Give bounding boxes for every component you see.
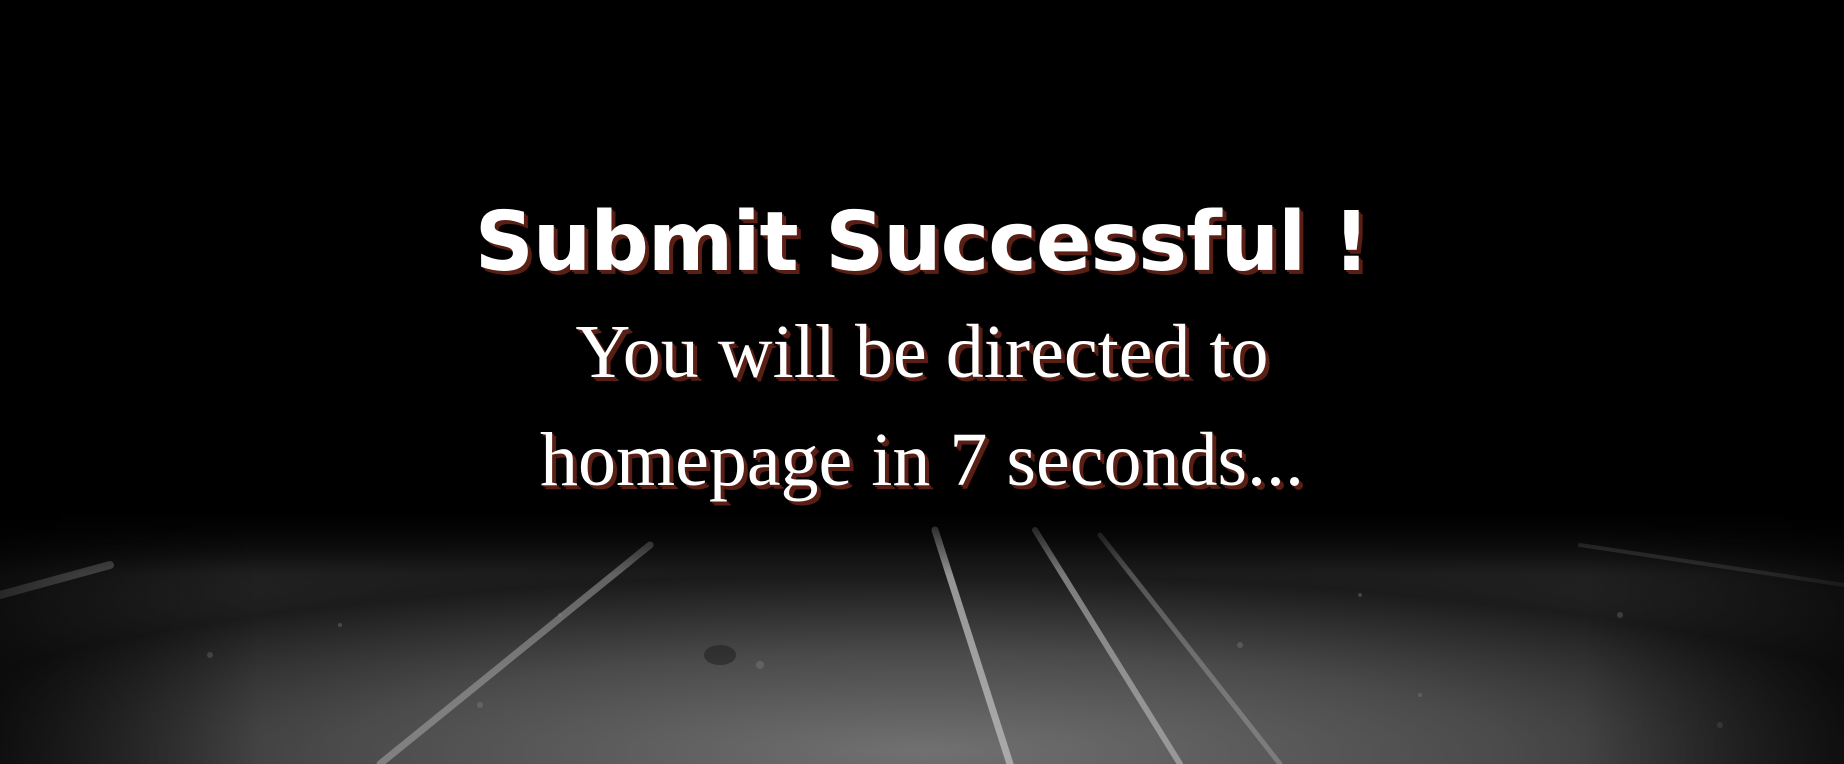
success-message: Submit Successful ! You will be directed… xyxy=(0,188,1844,514)
horizon-fade xyxy=(0,505,1844,575)
right-vignette xyxy=(1584,505,1844,764)
page-title: Submit Successful ! xyxy=(474,195,1370,290)
success-page: Submit Successful ! You will be directed… xyxy=(0,0,1844,764)
redirect-message: You will be directed to homepage in 7 se… xyxy=(539,310,1305,502)
left-vignette xyxy=(0,505,260,764)
